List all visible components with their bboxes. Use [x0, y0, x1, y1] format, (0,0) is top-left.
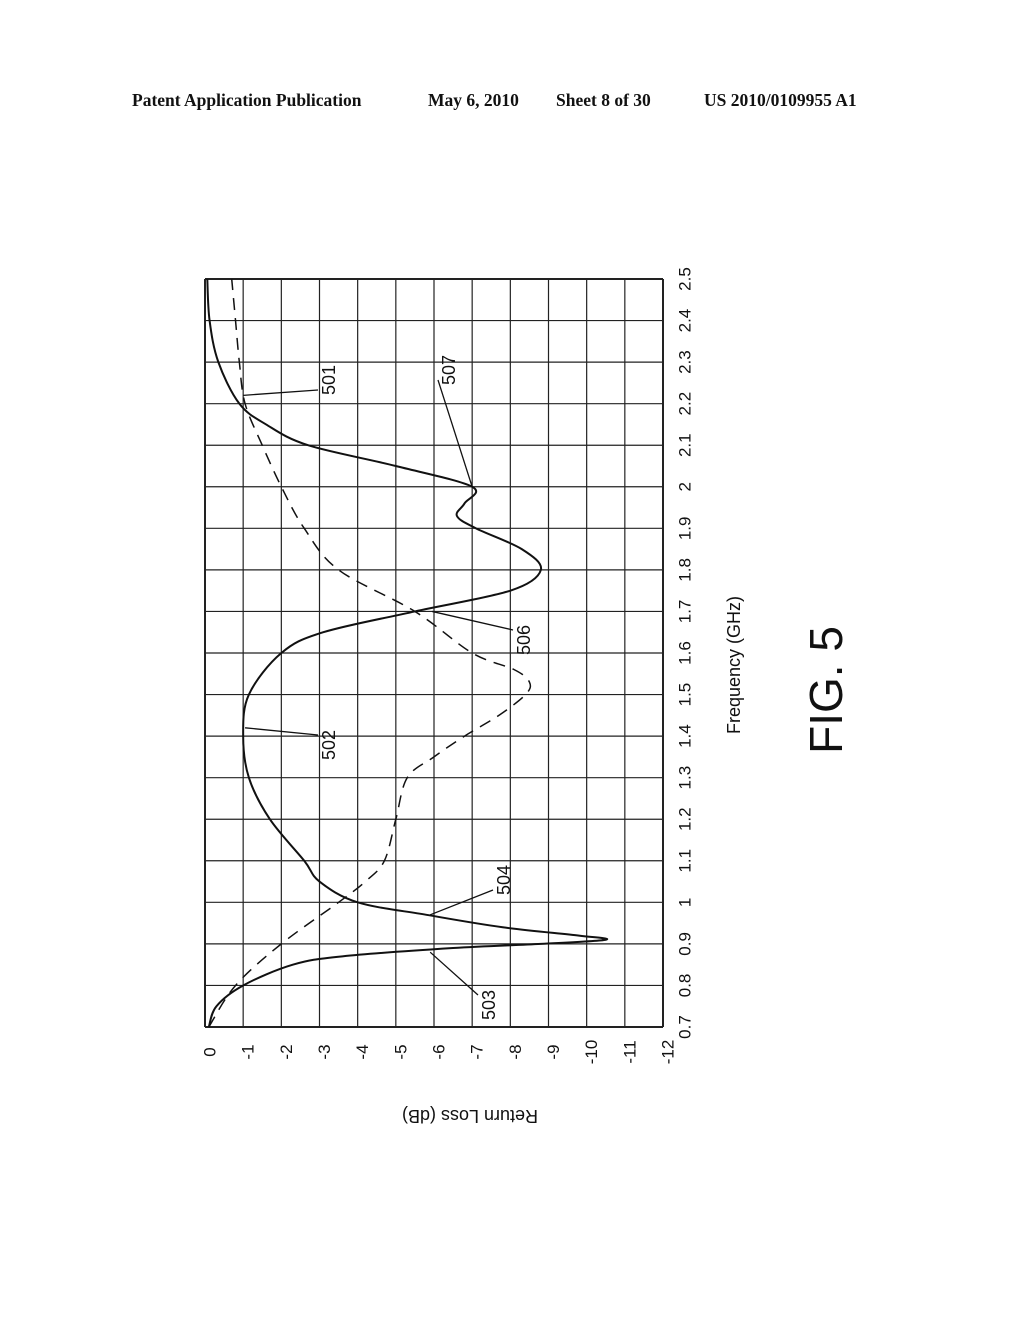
x-tick-label: 2.2 — [675, 392, 694, 416]
x-tick-label: 1.2 — [675, 807, 694, 831]
y-tick-label: -3 — [315, 1044, 334, 1059]
x-tick-label: 1.8 — [675, 558, 694, 582]
y-tick-label: -4 — [353, 1044, 372, 1059]
y-tick-label: -6 — [429, 1044, 448, 1059]
y-tick-label: -5 — [391, 1044, 410, 1059]
x-tick-label: 2.5 — [675, 267, 694, 291]
callout-label-501: 501 — [319, 365, 339, 395]
chart-callouts: 501 502 503 504 506 507 — [243, 355, 534, 1020]
callout-leader-507 — [437, 379, 473, 487]
y-tick-label: -7 — [468, 1044, 487, 1059]
x-tick-label: 1.9 — [675, 517, 694, 541]
x-tick-label: 2.4 — [675, 309, 694, 333]
x-tick-label: 1.7 — [675, 600, 694, 624]
callout-label-502: 502 — [319, 730, 339, 760]
y-tick-label: -9 — [544, 1044, 563, 1059]
callout-leader-503 — [429, 951, 479, 996]
x-tick-label: 1.3 — [675, 766, 694, 790]
x-tick-label: 0.8 — [675, 974, 694, 998]
callout-label-503: 503 — [479, 990, 499, 1020]
return-loss-chart: 501 502 503 504 506 507 0 -1 -2 -3 -4 -5 -6 -7 -8 -9 -1… — [200, 267, 852, 1126]
callout-label-506: 506 — [514, 625, 534, 655]
callout-label-504: 504 — [494, 865, 514, 895]
y-tick-label: 0 — [200, 1047, 219, 1056]
x-tick-label: 0.7 — [675, 1015, 694, 1039]
callout-leader-501 — [243, 389, 319, 397]
x-tick-label: 1 — [675, 898, 694, 907]
x-axis-label: Frequency (GHz) — [724, 596, 744, 734]
x-tick-label: 1.5 — [675, 683, 694, 707]
y-axis-label: Return Loss (dB) — [402, 1106, 538, 1126]
y-tick-label: -12 — [658, 1040, 677, 1065]
x-tick-label: 0.9 — [675, 932, 694, 956]
chart-grid — [204, 278, 664, 1028]
x-tick-label: 2.1 — [675, 433, 694, 457]
x-tick-label: 1.4 — [675, 724, 694, 748]
figure-label: FIG. 5 — [800, 626, 852, 754]
y-tick-label: -2 — [277, 1044, 296, 1059]
y-tick-label: -10 — [582, 1040, 601, 1065]
x-tick-label: 2 — [675, 482, 694, 491]
y-tick-label: -11 — [620, 1040, 639, 1063]
y-tick-label: -1 — [239, 1044, 258, 1059]
callout-label-507: 507 — [439, 355, 459, 385]
x-tick-label: 1.6 — [675, 641, 694, 665]
y-tick-label: -8 — [506, 1044, 525, 1059]
x-tick-label: 1.1 — [675, 849, 694, 873]
x-tick-label: 2.3 — [675, 350, 694, 374]
chart-ticks: 0 -1 -2 -3 -4 -5 -6 -7 -8 -9 -10 -11 -120.7 0.8 0.9 1 1.… — [200, 267, 694, 1064]
